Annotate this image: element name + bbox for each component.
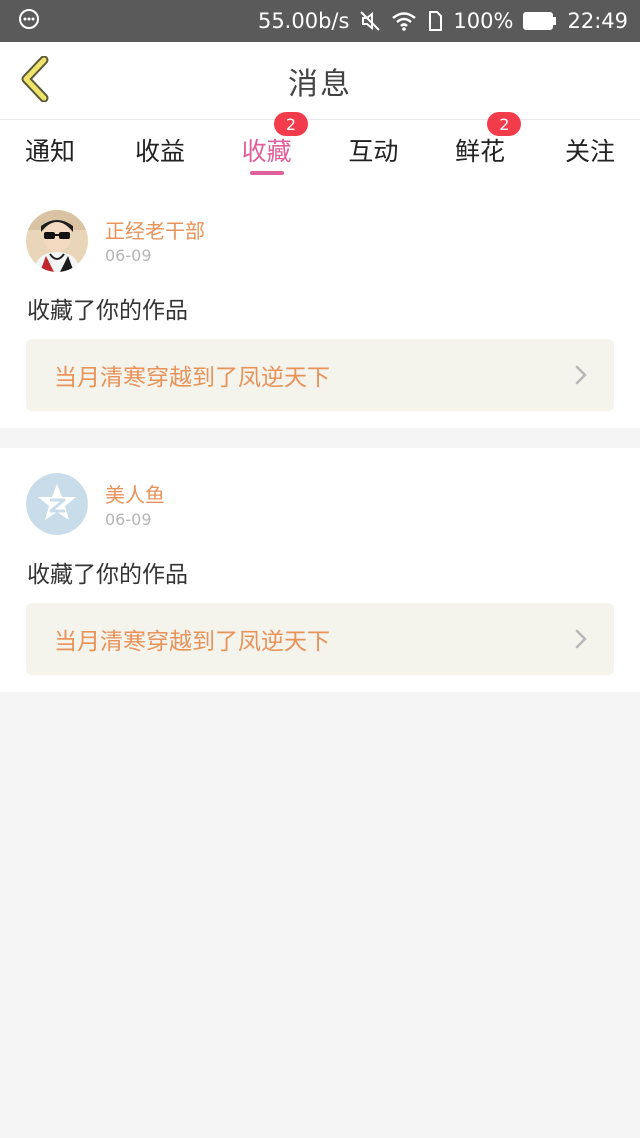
tab-interactions[interactable]: 互动 <box>320 120 427 180</box>
message-date: 06-09 <box>105 510 152 529</box>
chevron-right-icon <box>574 364 588 392</box>
tab-label: 收益 <box>135 137 186 166</box>
unread-badge: 2 <box>487 112 522 136</box>
tab-follows[interactable]: 关注 <box>533 120 640 180</box>
tab-label: 通知 <box>25 137 76 166</box>
sim-icon <box>427 10 443 32</box>
tab-notifications[interactable]: 通知 <box>0 120 107 180</box>
work-title: 当月清寒穿越到了凤逆天下 <box>54 629 330 655</box>
notification-icon <box>18 8 40 35</box>
action-text: 收藏了你的作品 <box>27 298 188 324</box>
page-title: 消息 <box>288 66 352 102</box>
user-avatar[interactable] <box>26 473 88 535</box>
username[interactable]: 正经老干部 <box>105 215 205 244</box>
chevron-left-icon <box>18 55 50 106</box>
message-card: 正经老干部 06-09 收藏了你的作品 当月清寒穿越到了凤逆天下 <box>0 180 640 428</box>
work-link[interactable]: 当月清寒穿越到了凤逆天下 <box>26 603 614 675</box>
active-tab-indicator <box>249 171 284 175</box>
battery-percent: 100% <box>453 9 514 33</box>
default-z-avatar-icon <box>26 473 88 535</box>
tab-bar: 通知 收益 收藏 2 互动 鲜花 2 关注 <box>0 112 640 180</box>
tab-label: 关注 <box>564 137 615 166</box>
status-bar: 55.00b/s 100% 22:49 <box>0 0 640 42</box>
unread-badge: 2 <box>274 112 308 136</box>
mute-icon <box>359 10 381 32</box>
action-text: 收藏了你的作品 <box>27 562 188 588</box>
username[interactable]: 美人鱼 <box>105 479 165 508</box>
wifi-icon <box>391 10 417 32</box>
tab-earnings[interactable]: 收益 <box>107 120 214 180</box>
tab-label: 互动 <box>348 137 399 166</box>
tab-label: 收藏 <box>241 137 292 166</box>
clock: 22:49 <box>567 9 628 33</box>
back-button[interactable] <box>14 55 54 106</box>
user-avatar[interactable] <box>26 210 88 272</box>
work-link[interactable]: 当月清寒穿越到了凤逆天下 <box>26 339 614 411</box>
header: 消息 <box>0 42 640 120</box>
battery-icon <box>523 11 557 31</box>
tab-favorites[interactable]: 收藏 2 <box>213 112 320 180</box>
tab-label: 鲜花 <box>454 137 505 166</box>
user-photo-avatar-icon <box>26 210 88 272</box>
message-card: 美人鱼 06-09 收藏了你的作品 当月清寒穿越到了凤逆天下 <box>0 448 640 692</box>
work-title: 当月清寒穿越到了凤逆天下 <box>54 365 330 391</box>
tab-flowers[interactable]: 鲜花 2 <box>427 112 534 180</box>
message-date: 06-09 <box>105 246 152 265</box>
network-speed: 55.00b/s <box>257 9 350 33</box>
chevron-right-icon <box>574 628 588 656</box>
